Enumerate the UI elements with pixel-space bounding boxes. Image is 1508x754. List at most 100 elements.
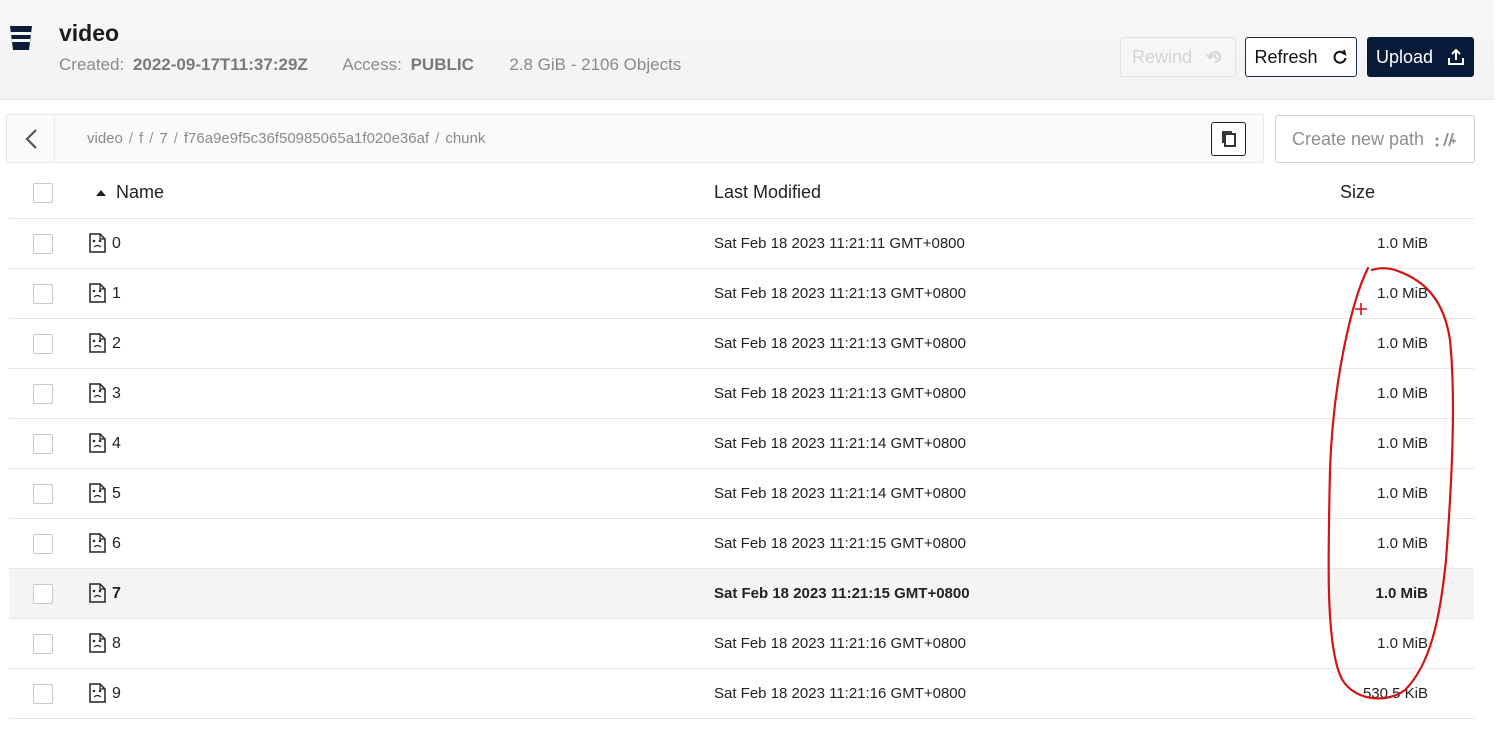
column-header-name-label: Name: [116, 182, 165, 202]
file-last-modified: Sat Feb 18 2023 11:21:13 GMT+0800: [714, 385, 966, 402]
bucket-header: video Created: 2022-09-17T11:37:29Z Acce…: [0, 0, 1494, 100]
file-last-modified: Sat Feb 18 2023 11:21:14 GMT+0800: [714, 485, 966, 502]
rewind-button[interactable]: Rewind: [1120, 37, 1236, 77]
file-last-modified: Sat Feb 18 2023 11:21:11 GMT+0800: [714, 235, 965, 252]
file-icon: [89, 383, 106, 403]
file-name[interactable]: 8: [112, 635, 121, 653]
file-name[interactable]: 2: [112, 335, 121, 353]
row-checkbox[interactable]: [33, 284, 53, 304]
file-size: 1.0 MiB: [1375, 585, 1428, 602]
bucket-meta: Created: 2022-09-17T11:37:29Z Access: PU…: [59, 55, 685, 75]
object-table: Name Last Modified Size 0 Sat Feb 18 2023…: [9, 168, 1474, 719]
row-checkbox[interactable]: [33, 584, 53, 604]
file-last-modified: Sat Feb 18 2023 11:21:16 GMT+0800: [714, 685, 966, 702]
file-icon: [89, 483, 106, 503]
create-new-path-button[interactable]: Create new path: [1275, 115, 1475, 163]
copy-path-button[interactable]: [1211, 122, 1246, 156]
bucket-title: video: [59, 20, 120, 46]
access-label: Access:: [342, 55, 402, 74]
upload-button[interactable]: Upload: [1367, 37, 1474, 77]
row-checkbox[interactable]: [33, 434, 53, 454]
file-name[interactable]: 5: [112, 485, 121, 503]
file-name[interactable]: 7: [112, 585, 121, 603]
table-row[interactable]: 0 Sat Feb 18 2023 11:21:11 GMT+0800 1.0 Mi…: [9, 219, 1474, 269]
table-row[interactable]: 9 Sat Feb 18 2023 11:21:16 GMT+0800 530.5 …: [9, 669, 1474, 719]
bucket-usage: 2.8 GiB - 2106 Objects: [509, 55, 682, 74]
file-icon: [89, 533, 106, 553]
file-icon: [89, 333, 106, 353]
file-icon: [89, 633, 106, 653]
rewind-button-label: Rewind: [1131, 46, 1193, 67]
back-button[interactable]: [7, 115, 55, 162]
file-size: 1.0 MiB: [1377, 485, 1428, 502]
row-checkbox[interactable]: [33, 534, 53, 554]
breadcrumb-item[interactable]: chunk: [445, 130, 485, 147]
file-size: 1.0 MiB: [1377, 335, 1428, 352]
file-last-modified: Sat Feb 18 2023 11:21:13 GMT+0800: [714, 285, 966, 302]
file-last-modified: Sat Feb 18 2023 11:21:13 GMT+0800: [714, 335, 966, 352]
select-all-checkbox[interactable]: [33, 183, 53, 203]
row-checkbox[interactable]: [33, 334, 53, 354]
file-icon: [89, 433, 106, 453]
row-checkbox[interactable]: [33, 684, 53, 704]
chevron-left-icon: [24, 128, 37, 149]
file-name[interactable]: 6: [112, 535, 121, 553]
table-row[interactable]: 4 Sat Feb 18 2023 11:21:14 GMT+0800 1.0 Mi…: [9, 419, 1474, 469]
file-name[interactable]: 4: [112, 435, 121, 453]
sort-ascending-icon: [96, 189, 106, 196]
table-row[interactable]: 8 Sat Feb 18 2023 11:21:16 GMT+0800 1.0 Mi…: [9, 619, 1474, 669]
row-checkbox[interactable]: [33, 484, 53, 504]
create-new-path-label: Create new path: [1291, 128, 1425, 149]
breadcrumb-item[interactable]: 7: [159, 130, 167, 147]
file-name[interactable]: 9: [112, 685, 121, 703]
table-row[interactable]: 1 Sat Feb 18 2023 11:21:13 GMT+0800 1.0 Mi…: [9, 269, 1474, 319]
file-icon: [89, 283, 106, 303]
upload-button-label: Upload: [1375, 46, 1434, 67]
file-last-modified: Sat Feb 18 2023 11:21:16 GMT+0800: [714, 635, 966, 652]
refresh-icon: [1333, 49, 1347, 64]
breadcrumb-item[interactable]: f: [139, 130, 143, 147]
new-path-icon: [1435, 132, 1457, 147]
access-value: PUBLIC: [410, 55, 474, 74]
table-row[interactable]: 3 Sat Feb 18 2023 11:21:13 GMT+0800 1.0 Mi…: [9, 369, 1474, 419]
column-header-size[interactable]: Size: [1340, 182, 1375, 203]
row-checkbox[interactable]: [33, 234, 53, 254]
refresh-button-label: Refresh: [1254, 46, 1318, 67]
upload-icon: [1448, 48, 1465, 65]
file-name[interactable]: 3: [112, 385, 121, 403]
file-size: 1.0 MiB: [1377, 635, 1428, 652]
table-header: Name Last Modified Size: [9, 168, 1474, 219]
file-icon: [89, 583, 106, 603]
file-size: 1.0 MiB: [1377, 535, 1428, 552]
row-checkbox[interactable]: [33, 384, 53, 404]
file-name[interactable]: 1: [112, 285, 121, 303]
created-value: 2022-09-17T11:37:29Z: [132, 55, 308, 74]
column-header-name[interactable]: Name: [95, 182, 164, 203]
copy-icon: [1221, 131, 1236, 147]
file-size: 1.0 MiB: [1377, 435, 1428, 452]
row-checkbox[interactable]: [33, 634, 53, 654]
table-row[interactable]: 5 Sat Feb 18 2023 11:21:14 GMT+0800 1.0 Mi…: [9, 469, 1474, 519]
file-last-modified: Sat Feb 18 2023 11:21:14 GMT+0800: [714, 435, 966, 452]
refresh-button[interactable]: Refresh: [1245, 37, 1357, 77]
history-icon: [1206, 51, 1221, 63]
breadcrumb-item[interactable]: f76a9e9f5c36f50985065a1f020e36af: [184, 130, 429, 147]
table-row[interactable]: 7 Sat Feb 18 2023 11:21:15 GMT+0800 1.0 Mi…: [9, 569, 1474, 619]
column-header-last-modified[interactable]: Last Modified: [714, 182, 821, 203]
file-last-modified: Sat Feb 18 2023 11:21:15 GMT+0800: [714, 535, 966, 552]
file-size: 1.0 MiB: [1377, 385, 1428, 402]
breadcrumb: video / f/7/f76a9e9f5c36f50985065a1f020e36…: [87, 130, 486, 147]
table-row[interactable]: 2 Sat Feb 18 2023 11:21:13 GMT+0800 1.0 Mi…: [9, 319, 1474, 369]
table-row[interactable]: 6 Sat Feb 18 2023 11:21:15 GMT+0800 1.0 Mi…: [9, 519, 1474, 569]
file-size: 530.5 KiB: [1362, 685, 1428, 702]
table-body: 0 Sat Feb 18 2023 11:21:11 GMT+0800 1.0 Mi…: [9, 219, 1474, 719]
path-bar: video / f/7/f76a9e9f5c36f50985065a1f020e36…: [6, 114, 1264, 163]
file-size: 1.0 MiB: [1377, 285, 1428, 302]
bucket-icon: [10, 26, 32, 50]
file-icon: [89, 683, 106, 703]
file-last-modified: Sat Feb 18 2023 11:21:15 GMT+0800: [714, 585, 970, 602]
created-label: Created:: [59, 55, 125, 74]
file-size: 1.0 MiB: [1377, 235, 1428, 252]
breadcrumb-item[interactable]: video: [87, 130, 123, 147]
file-name[interactable]: 0: [112, 235, 121, 253]
